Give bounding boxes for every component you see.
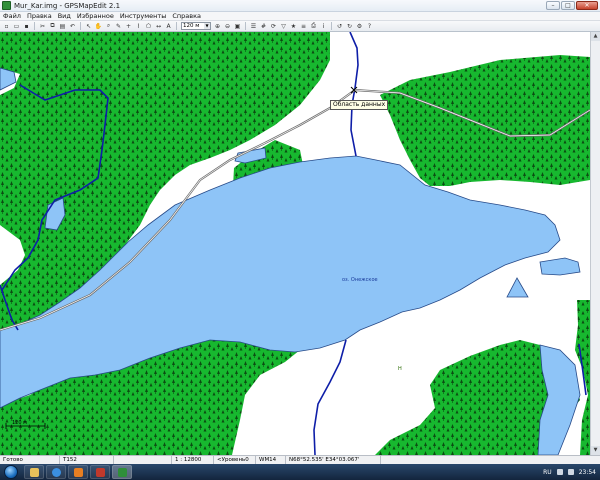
bookmark-icon[interactable]: ★ [289, 22, 298, 31]
scroll-up-button[interactable]: ▲ [591, 32, 600, 41]
media-icon [73, 467, 83, 477]
language-indicator[interactable]: RU [543, 469, 552, 476]
status-bar: Готово T152 1 : 12800 <Уровень0 WM14 N68… [0, 455, 600, 465]
filter-icon[interactable]: ▽ [279, 22, 288, 31]
paste-icon[interactable]: ▤ [58, 22, 67, 31]
app-window-icon [95, 467, 105, 477]
refresh-icon[interactable]: ⟳ [269, 22, 278, 31]
cut-icon[interactable]: ✂ [38, 22, 47, 31]
layers-icon[interactable]: ☰ [249, 22, 258, 31]
undo-icon[interactable]: ↶ [68, 22, 77, 31]
zoom-out-icon[interactable]: ⊖ [223, 22, 232, 31]
zoom-in-icon[interactable]: ⊕ [213, 22, 222, 31]
menu-view[interactable]: Вид [55, 12, 74, 20]
taskbar-browser[interactable] [46, 465, 66, 479]
taskbar: RU 23:54 [0, 464, 600, 480]
menu-bar: Файл Правка Вид Избранное Инструменты Сп… [0, 12, 600, 21]
menu-help[interactable]: Справка [169, 12, 204, 20]
lake-water[interactable] [506, 277, 529, 298]
app-icon [2, 1, 11, 10]
taskbar-gpsmapedit[interactable] [112, 465, 132, 479]
properties-icon[interactable]: ≡ [299, 22, 308, 31]
title-bar: Mur_Kar.img - GPSMapEdit 2.1 – □ ✕ [0, 0, 600, 12]
clock[interactable]: 23:54 [579, 469, 596, 476]
pointer-icon[interactable]: ↖ [84, 22, 93, 31]
network-icon[interactable] [556, 469, 563, 475]
taskbar-explorer[interactable] [24, 465, 44, 479]
toolbar-separator [331, 22, 332, 30]
chevron-down-icon: ▼ [204, 23, 210, 29]
toolbar-separator [80, 22, 81, 30]
polyline-icon[interactable]: ⌇ [134, 22, 143, 31]
save-icon[interactable]: ▪ [22, 22, 31, 31]
system-tray: RU 23:54 [543, 464, 596, 480]
map-svg: 120 м оз. Онежское Н [0, 32, 591, 455]
help-icon[interactable]: ? [365, 22, 374, 31]
scroll-down-button[interactable]: ▼ [591, 446, 600, 455]
zoom-level-select[interactable]: 120 м ▼ [181, 22, 211, 30]
settings-icon[interactable]: ⚙ [355, 22, 364, 31]
maximize-button[interactable]: □ [561, 1, 575, 10]
print-icon[interactable]: ⎙ [309, 22, 318, 31]
map-icon [117, 467, 127, 477]
map-canvas[interactable]: 120 м оз. Онежское Н Область данных [0, 32, 600, 455]
zoom-level-value: 120 м [183, 23, 200, 29]
hand-icon[interactable]: ✋ [94, 22, 103, 31]
window-controls: – □ ✕ [546, 1, 598, 10]
close-button[interactable]: ✕ [576, 1, 598, 10]
add-point-icon[interactable]: + [124, 22, 133, 31]
lake-label[interactable]: оз. Онежское [342, 277, 378, 283]
grid-icon[interactable]: # [259, 22, 268, 31]
menu-favorites[interactable]: Избранное [74, 12, 117, 20]
vertical-scrollbar[interactable]: ▲ ▼ [590, 32, 600, 455]
edit-node-icon[interactable]: ✎ [114, 22, 123, 31]
start-button[interactable] [4, 465, 18, 479]
info-icon[interactable]: i [319, 22, 328, 31]
window-title: Mur_Kar.img - GPSMapEdit 2.1 [14, 1, 121, 10]
forest-area[interactable] [380, 55, 590, 186]
label-icon[interactable]: A [164, 22, 173, 31]
scale-bar-label: 120 м [12, 420, 27, 426]
redo-arrow-icon[interactable]: ↻ [345, 22, 354, 31]
toolbar-separator [34, 22, 35, 30]
map-tooltip: Область данных [330, 100, 389, 110]
toolbar-separator [176, 22, 177, 30]
menu-edit[interactable]: Правка [24, 12, 55, 20]
polygon-icon[interactable]: ⬠ [144, 22, 153, 31]
taskbar-media[interactable] [68, 465, 88, 479]
new-file-icon[interactable]: ▫ [2, 22, 11, 31]
menu-tools[interactable]: Инструменты [117, 12, 170, 20]
map-point-label[interactable]: Н [398, 366, 402, 372]
taskbar-app[interactable] [90, 465, 110, 479]
lake-water[interactable] [539, 257, 581, 276]
globe-icon [51, 467, 61, 477]
measure-icon[interactable]: ↔ [154, 22, 163, 31]
undo-arrow-icon[interactable]: ↺ [335, 22, 344, 31]
river-line[interactable] [313, 339, 347, 455]
minimize-button[interactable]: – [546, 1, 560, 10]
toolbar-separator [245, 22, 246, 30]
open-folder-icon[interactable]: ▭ [12, 22, 21, 31]
toolbar: ▫ ▭ ▪ ✂ ⧉ ▤ ↶ ↖ ✋ ⌕ ✎ + ⌇ ⬠ ↔ A 120 м ▼ … [0, 21, 600, 32]
folder-icon [29, 467, 39, 477]
zoom-fit-icon[interactable]: ▣ [233, 22, 242, 31]
menu-file[interactable]: Файл [0, 12, 24, 20]
zoom-tool-icon[interactable]: ⌕ [104, 22, 113, 31]
volume-icon[interactable] [567, 469, 574, 475]
copy-icon[interactable]: ⧉ [48, 22, 57, 31]
